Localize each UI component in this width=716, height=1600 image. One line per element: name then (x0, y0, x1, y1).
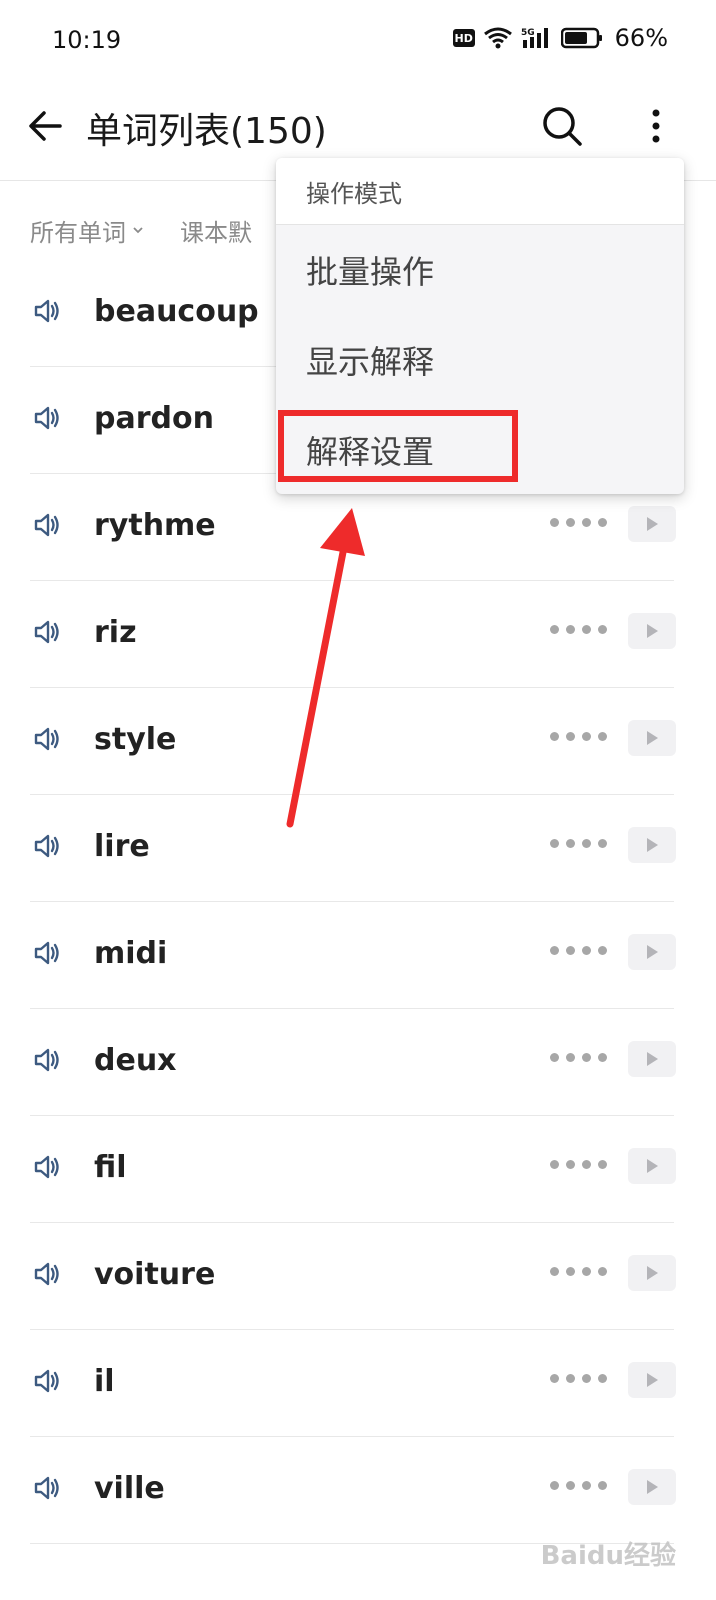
masked-explanation (550, 1481, 607, 1490)
word-text: riz (94, 615, 137, 650)
play-icon (647, 731, 658, 745)
word-row[interactable]: ville (0, 1437, 716, 1544)
masked-explanation (550, 1374, 607, 1383)
filter-row: 所有单词 课本默 (30, 212, 252, 248)
svg-text:5G: 5G (521, 28, 535, 38)
speaker-icon[interactable] (32, 1473, 62, 1503)
play-icon (647, 517, 658, 531)
play-icon (647, 1373, 658, 1387)
filter-textbook[interactable]: 课本默 (180, 213, 252, 248)
speaker-icon[interactable] (32, 1259, 62, 1289)
battery-icon (560, 27, 602, 49)
speaker-icon[interactable] (32, 1366, 62, 1396)
speaker-icon[interactable] (32, 1045, 62, 1075)
masked-explanation (550, 625, 607, 634)
play-icon (647, 1052, 658, 1066)
speaker-icon[interactable] (32, 938, 62, 968)
word-text: il (94, 1364, 115, 1399)
play-icon (647, 624, 658, 638)
page-title: 单词列表(150) (86, 111, 327, 152)
play-button[interactable] (628, 1041, 676, 1077)
watermark: Baidu经验 (540, 1541, 676, 1571)
word-row[interactable]: riz (0, 581, 716, 688)
play-icon (647, 838, 658, 852)
speaker-icon[interactable] (32, 617, 62, 647)
back-arrow-icon[interactable] (24, 104, 68, 148)
speaker-icon[interactable] (32, 724, 62, 754)
menu-item-show-explanation[interactable]: 显示解释 (276, 315, 684, 405)
status-time: 10:19 (52, 26, 122, 54)
play-icon (647, 1159, 658, 1173)
menu-header: 操作模式 (276, 158, 684, 225)
status-bar: 10:19 HD 5G 66% (0, 0, 716, 80)
speaker-icon[interactable] (32, 510, 62, 540)
speaker-icon[interactable] (32, 403, 62, 433)
word-row[interactable]: fil (0, 1116, 716, 1223)
word-row[interactable]: voiture (0, 1223, 716, 1330)
masked-explanation (550, 1160, 607, 1169)
annotation-highlight-box (278, 410, 518, 482)
chevron-down-icon (133, 227, 143, 234)
hd-icon: HD (452, 29, 475, 47)
word-text: pardon (94, 401, 214, 436)
word-text: ville (94, 1471, 165, 1506)
more-vert-icon[interactable] (636, 104, 676, 148)
word-text: lire (94, 829, 150, 864)
masked-explanation (550, 946, 607, 955)
masked-explanation (550, 732, 607, 741)
menu-item-batch-operation[interactable]: 批量操作 (276, 225, 684, 315)
word-text: style (94, 722, 177, 757)
play-button[interactable] (628, 1362, 676, 1398)
word-text: midi (94, 936, 168, 971)
word-row[interactable]: deux (0, 1009, 716, 1116)
speaker-icon[interactable] (32, 296, 62, 326)
play-button[interactable] (628, 1255, 676, 1291)
masked-explanation (550, 1267, 607, 1276)
status-icons: HD 5G 66% (452, 24, 668, 52)
play-button[interactable] (628, 827, 676, 863)
play-button[interactable] (628, 613, 676, 649)
wifi-icon (483, 27, 512, 49)
search-icon[interactable] (540, 104, 584, 148)
cellular-5g-icon: 5G (521, 28, 548, 48)
speaker-icon[interactable] (32, 831, 62, 861)
word-text: fil (94, 1150, 127, 1185)
play-button[interactable] (628, 1148, 676, 1184)
word-text: deux (94, 1043, 177, 1078)
play-icon (647, 945, 658, 959)
word-row[interactable]: lire (0, 795, 716, 902)
masked-explanation (550, 518, 607, 527)
filter-label: 所有单词 (30, 218, 126, 247)
word-text: beaucoup (94, 294, 259, 329)
play-button[interactable] (628, 506, 676, 542)
battery-percent: 66% (614, 24, 668, 52)
word-row[interactable]: il (0, 1330, 716, 1437)
speaker-icon[interactable] (32, 1152, 62, 1182)
play-icon (647, 1266, 658, 1280)
word-text: rythme (94, 508, 216, 543)
word-row[interactable]: style (0, 688, 716, 795)
word-text: voiture (94, 1257, 216, 1292)
play-button[interactable] (628, 1469, 676, 1505)
masked-explanation (550, 1053, 607, 1062)
filter-label: 课本默 (180, 218, 252, 247)
play-icon (647, 1480, 658, 1494)
filter-all-words[interactable]: 所有单词 (30, 213, 144, 248)
play-button[interactable] (628, 720, 676, 756)
word-row[interactable]: midi (0, 902, 716, 1009)
play-button[interactable] (628, 934, 676, 970)
masked-explanation (550, 839, 607, 848)
